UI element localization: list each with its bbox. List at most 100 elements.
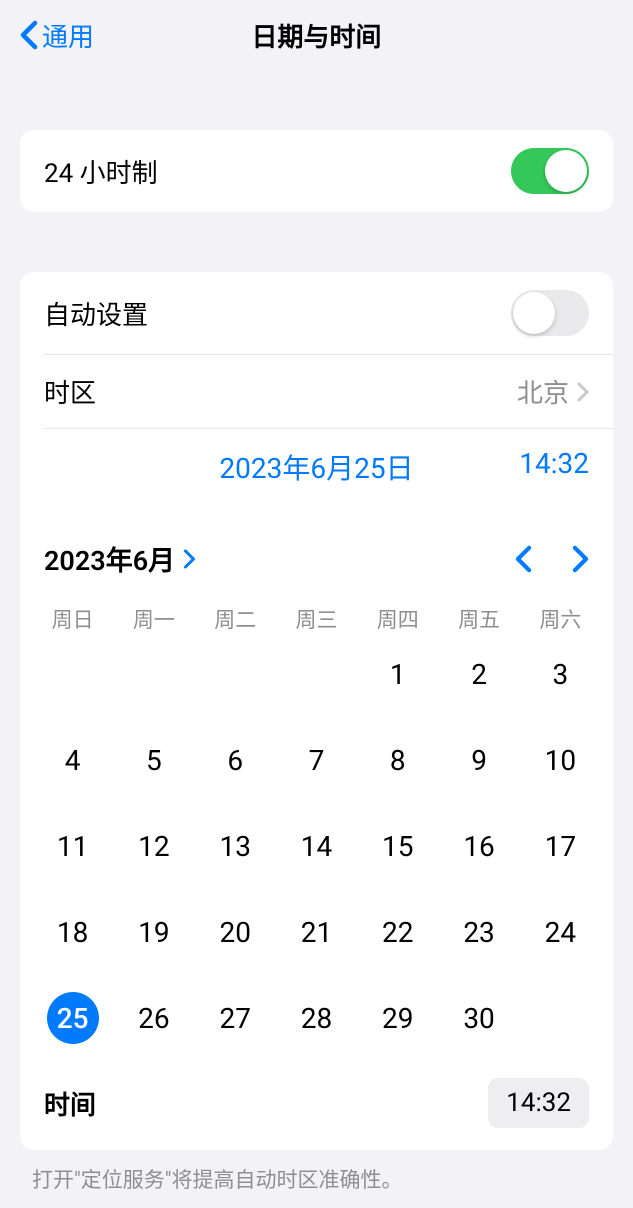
toggle-knob	[513, 292, 555, 334]
day-cell[interactable]: 17	[520, 820, 601, 872]
day-cell[interactable]: 11	[32, 820, 113, 872]
day-number: 12	[138, 830, 169, 863]
label-timezone: 时区	[44, 373, 96, 410]
day-cell[interactable]: 28	[276, 992, 357, 1044]
toggle-auto-set[interactable]	[511, 290, 589, 336]
day-cell[interactable]: 24	[520, 906, 601, 958]
day-number: 19	[138, 916, 169, 949]
value-timezone: 北京	[517, 373, 589, 410]
day-number: 17	[545, 830, 576, 863]
page-title: 日期与时间	[251, 17, 381, 54]
next-month-button[interactable]	[572, 545, 589, 573]
day-cell[interactable]: 1	[357, 648, 438, 700]
day-cell[interactable]: 25	[32, 992, 113, 1044]
day-cell[interactable]: 10	[520, 734, 601, 786]
day-cell-empty	[113, 648, 194, 700]
back-button[interactable]: 通用	[20, 17, 94, 54]
day-cell[interactable]: 14	[276, 820, 357, 872]
day-cell[interactable]: 16	[438, 820, 519, 872]
day-number: 15	[382, 830, 413, 863]
chevron-right-icon	[183, 549, 196, 569]
weekday-header: 周五	[438, 604, 519, 634]
day-cell[interactable]: 27	[195, 992, 276, 1044]
weekday-header: 周二	[195, 604, 276, 634]
day-number: 22	[382, 916, 413, 949]
day-cell[interactable]: 15	[357, 820, 438, 872]
day-cell[interactable]: 21	[276, 906, 357, 958]
day-number: 27	[219, 1002, 250, 1035]
day-number: 18	[57, 916, 88, 949]
day-cell-empty	[276, 648, 357, 700]
weekday-header: 周一	[113, 604, 194, 634]
calendar-grid: 1234567891011121314151617181920212223242…	[20, 648, 613, 1052]
day-cell[interactable]: 19	[113, 906, 194, 958]
day-number: 13	[219, 830, 250, 863]
row-auto-set: 自动设置	[20, 272, 613, 354]
back-label: 通用	[42, 17, 94, 54]
day-number: 1	[390, 658, 406, 691]
label-24h: 24 小时制	[44, 153, 158, 190]
day-cell[interactable]: 5	[113, 734, 194, 786]
day-cell[interactable]: 30	[438, 992, 519, 1044]
day-cell[interactable]: 22	[357, 906, 438, 958]
timezone-text: 北京	[517, 373, 569, 410]
day-number: 25	[47, 992, 99, 1044]
day-number: 26	[138, 1002, 169, 1035]
day-cell-empty	[32, 648, 113, 700]
day-number: 4	[65, 744, 81, 777]
section-24h: 24 小时制	[20, 130, 613, 212]
day-cell[interactable]: 29	[357, 992, 438, 1044]
day-cell[interactable]: 2	[438, 648, 519, 700]
weekday-header: 周四	[357, 604, 438, 634]
toggle-knob	[545, 150, 587, 192]
date-display[interactable]: 2023年6月25日	[144, 447, 489, 487]
toggle-24h[interactable]	[511, 148, 589, 194]
calendar-month-selector[interactable]: 2023年6月	[44, 539, 196, 578]
day-number: 10	[545, 744, 576, 777]
day-number: 14	[301, 830, 332, 863]
weekday-header: 周六	[520, 604, 601, 634]
calendar-nav	[515, 545, 589, 573]
day-cell[interactable]: 13	[195, 820, 276, 872]
day-cell[interactable]: 18	[32, 906, 113, 958]
day-number: 21	[301, 916, 332, 949]
time-row: 时间 14:32	[20, 1052, 613, 1150]
day-number: 30	[463, 1002, 494, 1035]
day-number: 2	[471, 658, 487, 691]
weekday-row: 周日周一周二周三周四周五周六	[20, 594, 613, 648]
calendar-header: 2023年6月	[20, 515, 613, 594]
time-label: 时间	[44, 1085, 96, 1122]
day-number: 24	[545, 916, 576, 949]
weekday-header: 周三	[276, 604, 357, 634]
day-cell[interactable]: 12	[113, 820, 194, 872]
day-number: 7	[309, 744, 325, 777]
day-cell[interactable]: 20	[195, 906, 276, 958]
section-datetime: 自动设置 时区 北京 2023年6月25日 14:32 2023年6月	[20, 272, 613, 1150]
row-24h: 24 小时制	[20, 130, 613, 212]
time-display[interactable]: 14:32	[489, 447, 589, 487]
day-number: 16	[463, 830, 494, 863]
day-cell[interactable]: 23	[438, 906, 519, 958]
chevron-left-icon	[20, 20, 38, 50]
day-number: 11	[57, 830, 88, 863]
day-number: 23	[463, 916, 494, 949]
row-timezone[interactable]: 时区 北京	[20, 355, 613, 428]
day-number: 28	[301, 1002, 332, 1035]
day-cell[interactable]: 8	[357, 734, 438, 786]
day-cell[interactable]: 9	[438, 734, 519, 786]
day-cell[interactable]: 3	[520, 648, 601, 700]
calendar-month-label: 2023年6月	[44, 539, 175, 578]
day-cell[interactable]: 4	[32, 734, 113, 786]
weekday-header: 周日	[32, 604, 113, 634]
date-time-display: 2023年6月25日 14:32	[20, 429, 613, 515]
day-cell-empty	[195, 648, 276, 700]
day-cell[interactable]: 6	[195, 734, 276, 786]
time-picker[interactable]: 14:32	[488, 1078, 589, 1128]
chevron-right-icon	[577, 382, 589, 402]
prev-month-button[interactable]	[515, 545, 532, 573]
day-cell[interactable]: 7	[276, 734, 357, 786]
label-auto-set: 自动设置	[44, 295, 148, 332]
day-cell[interactable]: 26	[113, 992, 194, 1044]
day-number: 9	[471, 744, 487, 777]
day-number: 6	[227, 744, 243, 777]
